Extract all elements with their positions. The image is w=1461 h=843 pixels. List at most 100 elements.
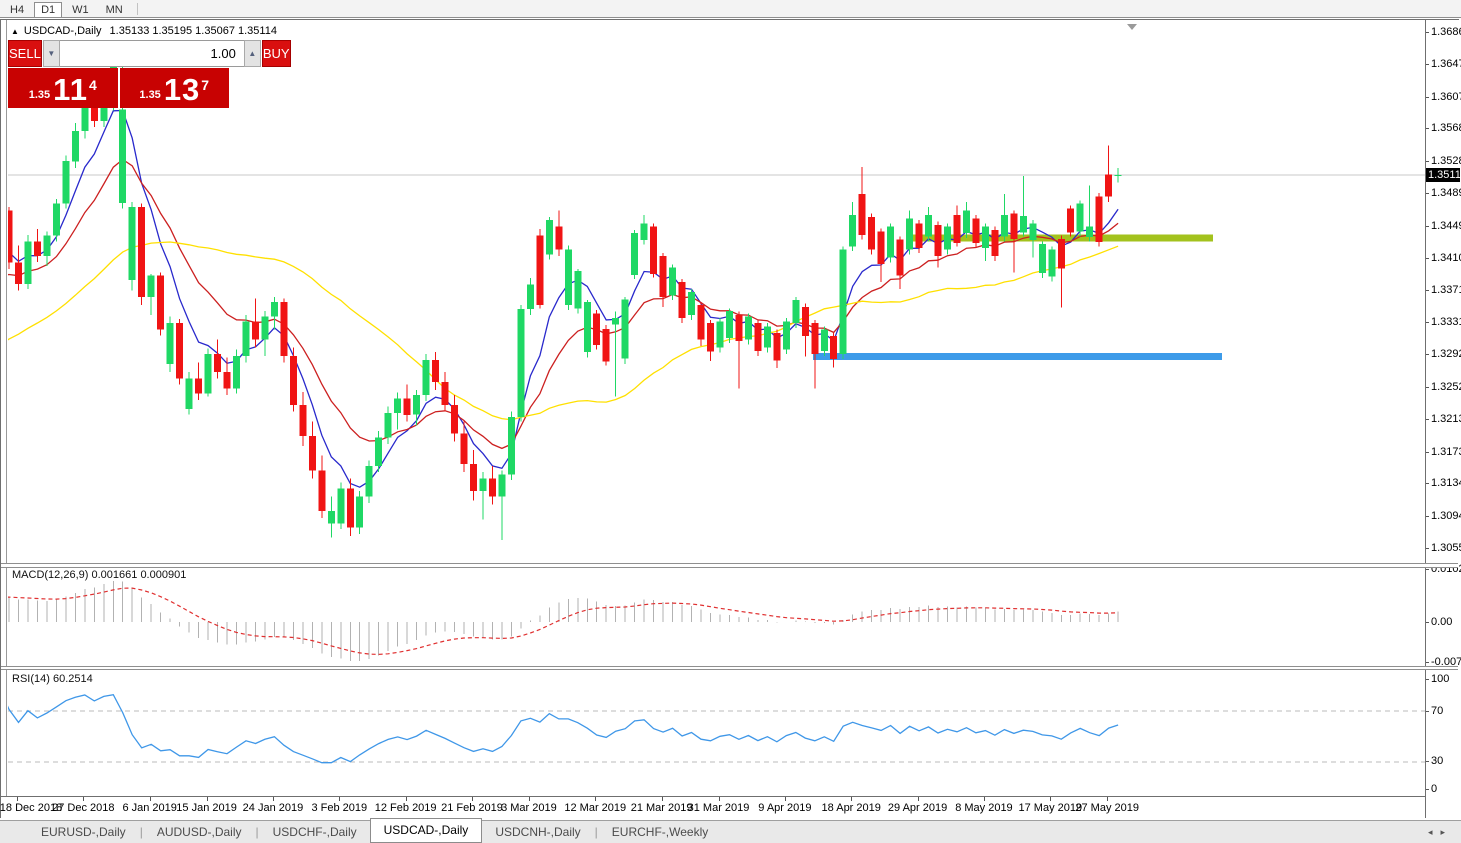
date-label: 29 Apr 2019	[888, 802, 947, 814]
date-tick	[150, 797, 151, 801]
tab-eurchf-weekly[interactable]: EURCHF-,Weekly	[599, 822, 721, 842]
rsi-axis-label: 100	[1431, 673, 1449, 685]
pane-splitter-rsi[interactable]	[1, 666, 1458, 670]
price-label: 1.31340	[1431, 477, 1461, 489]
ask-pipette-digit: 7	[201, 77, 209, 93]
macd-value-1: 0.001661	[91, 569, 137, 581]
date-label: 18 Apr 2019	[822, 802, 881, 814]
date-label: 12 Feb 2019	[375, 802, 437, 814]
rsi-axis-label-tick	[1426, 761, 1429, 762]
chart-tab-bar: ◂▸ EURUSD-,Daily|AUDUSD-,Daily|USDCHF-,D…	[0, 820, 1461, 843]
tab-audusd-daily[interactable]: AUDUSD-,Daily	[144, 822, 255, 842]
price-label: 1.30550	[1431, 542, 1461, 554]
tab-usdcnh-daily[interactable]: USDCNH-,Daily	[482, 822, 593, 842]
timeframe-button-mn[interactable]: MN	[99, 2, 130, 18]
rsi-axis-label: 70	[1431, 705, 1443, 717]
chart-window: ▲USDCAD-,Daily1.35133 1.35195 1.35067 1.…	[0, 19, 1459, 818]
date-label: 21 Mar 2019	[631, 802, 693, 814]
tab-usdchf-daily[interactable]: USDCHF-,Daily	[260, 822, 370, 842]
date-tick	[984, 797, 985, 801]
date-tick	[207, 797, 208, 801]
price-label: 1.35680	[1431, 122, 1461, 134]
price-axis[interactable]: 1.35114 1.368601.364701.360701.356801.35…	[1425, 20, 1460, 818]
tab-scroll-arrows[interactable]: ◂▸	[1428, 827, 1453, 838]
date-label: 9 Apr 2019	[758, 802, 811, 814]
price-label-tick	[1426, 452, 1429, 453]
date-axis[interactable]: 18 Dec 201827 Dec 20186 Jan 201915 Jan 2…	[1, 796, 1458, 818]
date-tick	[719, 797, 720, 801]
date-label: 8 May 2019	[955, 802, 1012, 814]
ask-price-box[interactable]: 1.35 13 7	[120, 68, 230, 108]
price-label: 1.34890	[1431, 187, 1461, 199]
timeframe-button-h4[interactable]: H4	[3, 2, 31, 18]
price-label-tick	[1426, 290, 1429, 291]
price-label: 1.31730	[1431, 446, 1461, 458]
date-tick	[406, 797, 407, 801]
price-label-tick	[1426, 354, 1429, 355]
date-tick	[273, 797, 274, 801]
one-click-trade-panel: SELL ▼ ▲ BUY 1.35 11 4 1.35 13 7	[8, 40, 229, 108]
price-label-tick	[1426, 193, 1429, 194]
bid-prefix: 1.35	[29, 89, 50, 101]
date-tick	[83, 797, 84, 801]
collapse-triangle-icon[interactable]: ▲	[11, 27, 19, 36]
macd-axis-label-tick	[1426, 662, 1429, 663]
price-label-tick	[1426, 419, 1429, 420]
buy-button[interactable]: BUY	[262, 40, 291, 67]
date-label: 24 Jan 2019	[243, 802, 304, 814]
rsi-axis-label: 0	[1431, 783, 1437, 795]
price-label-tick	[1426, 128, 1429, 129]
price-label-tick	[1426, 161, 1429, 162]
price-label: 1.34100	[1431, 252, 1461, 264]
rsi-label: RSI(14) 60.2514	[12, 673, 93, 685]
price-label: 1.32520	[1431, 381, 1461, 393]
price-label: 1.36860	[1431, 26, 1461, 38]
tab-scroll-right-icon: ▸	[1440, 827, 1453, 837]
price-label-tick	[1426, 483, 1429, 484]
date-label: 3 Mar 2019	[501, 802, 557, 814]
window-left-edge	[6, 20, 7, 796]
timeframe-button-d1[interactable]: D1	[34, 2, 62, 18]
price-label: 1.35280	[1431, 155, 1461, 167]
date-tick	[1050, 797, 1051, 801]
bid-big-digits: 11	[53, 75, 88, 105]
date-label: 31 Mar 2019	[688, 802, 750, 814]
price-label: 1.33710	[1431, 284, 1461, 296]
rsi-axis-label: 30	[1431, 755, 1443, 767]
macd-axis-label: 0.00	[1431, 616, 1452, 628]
macd-indicator-pane[interactable]	[8, 566, 1425, 666]
date-tick	[785, 797, 786, 801]
bid-price-box[interactable]: 1.35 11 4	[8, 68, 118, 108]
price-label: 1.30940	[1431, 510, 1461, 522]
date-label: 12 Mar 2019	[564, 802, 626, 814]
rsi-indicator-pane[interactable]	[8, 670, 1425, 796]
date-label: 17 May 2019	[1018, 802, 1082, 814]
current-price-tag: 1.35114	[1426, 168, 1460, 182]
sell-button[interactable]: SELL	[8, 40, 42, 67]
macd-label: MACD(12,26,9) 0.001661 0.000901	[12, 569, 186, 581]
rsi-axis-label-tick	[1426, 679, 1429, 680]
tab-scroll-left-icon: ◂	[1428, 827, 1441, 837]
tab-eurusd-daily[interactable]: EURUSD-,Daily	[28, 822, 139, 842]
date-tick	[662, 797, 663, 801]
macd-axis-label-tick	[1426, 622, 1429, 623]
volume-input[interactable]	[60, 40, 244, 67]
price-label: 1.34490	[1431, 220, 1461, 232]
price-label-tick	[1426, 32, 1429, 33]
date-tick	[17, 797, 18, 801]
last-bar-marker-icon	[1127, 24, 1137, 30]
symbol-period-label: USDCAD-,Daily	[24, 25, 102, 37]
date-label: 27 May 2019	[1075, 802, 1139, 814]
timeframe-button-w1[interactable]: W1	[65, 2, 96, 18]
macd-value-2: 0.000901	[140, 569, 186, 581]
date-label: 3 Feb 2019	[311, 802, 367, 814]
price-label: 1.36070	[1431, 91, 1461, 103]
price-label-tick	[1426, 226, 1429, 227]
tab-usdcad-daily[interactable]: USDCAD-,Daily	[370, 818, 483, 843]
pane-splitter-macd[interactable]	[1, 563, 1458, 568]
toolbar-separator	[137, 3, 138, 15]
volume-up-button[interactable]: ▲	[244, 40, 261, 67]
volume-down-button[interactable]: ▼	[43, 40, 60, 67]
rsi-value: 60.2514	[53, 673, 93, 685]
date-tick	[339, 797, 340, 801]
